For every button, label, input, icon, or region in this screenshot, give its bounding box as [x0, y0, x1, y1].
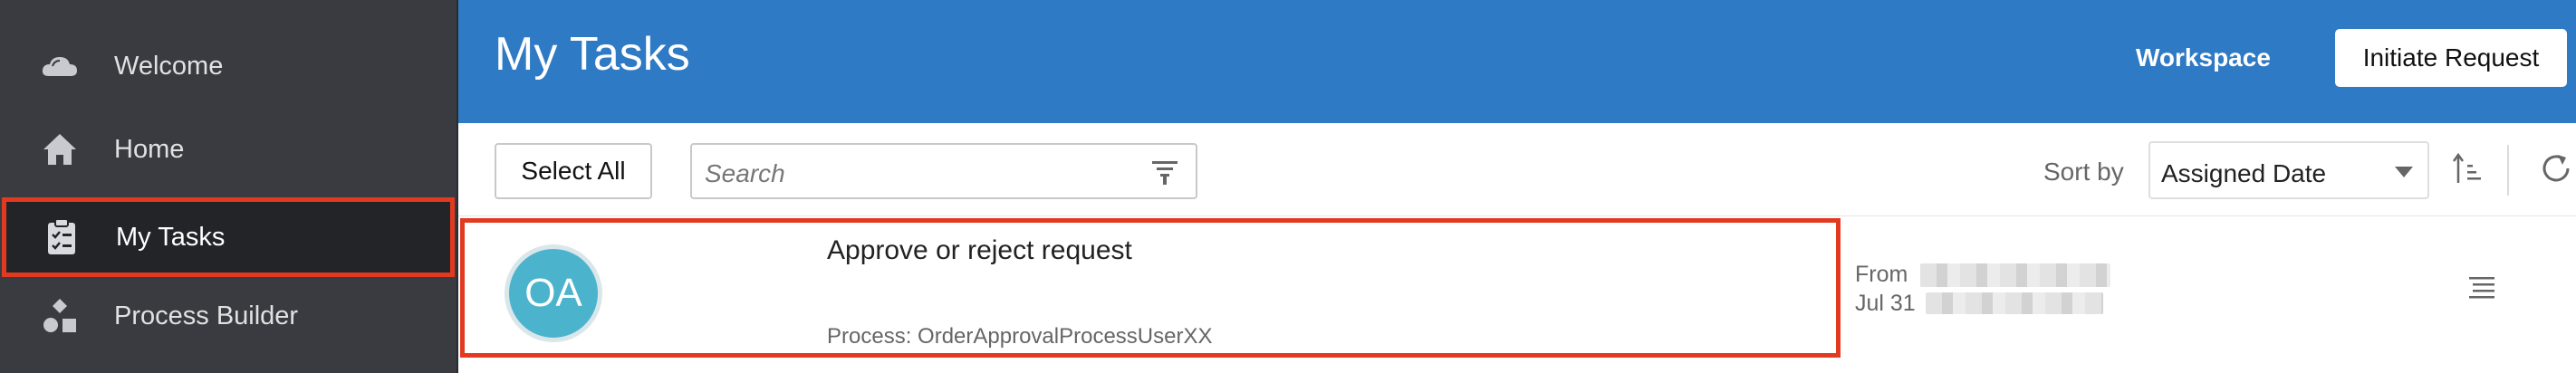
task-date: Jul 31: [1855, 291, 1916, 316]
task-title[interactable]: Approve or reject request: [827, 235, 1132, 266]
home-icon: [38, 128, 82, 171]
table-row[interactable]: OA Approve or reject request Process: Or…: [458, 215, 2576, 373]
sort-ascending-icon[interactable]: [2451, 150, 2487, 186]
task-toolbar: Select All Search Sort by Assigned Date: [458, 123, 2576, 215]
details-menu-icon[interactable]: [2467, 273, 2496, 301]
task-card-highlight[interactable]: OA Approve or reject request Process: Or…: [460, 218, 1841, 358]
refresh-icon[interactable]: [2538, 150, 2574, 186]
sort-select[interactable]: Assigned Date: [2148, 141, 2429, 199]
filter-icon[interactable]: [1150, 158, 1179, 186]
sidebar-item-home[interactable]: Home: [0, 109, 458, 190]
page-title: My Tasks: [495, 28, 690, 81]
sidebar: Welcome Home My Tasks Process Builder: [0, 0, 458, 373]
sort-select-value: Assigned Date: [2161, 159, 2327, 187]
select-all-button[interactable]: Select All: [495, 143, 652, 199]
sidebar-item-label: Home: [114, 134, 185, 164]
search-input[interactable]: Search: [690, 143, 1197, 199]
toolbar-divider: [2507, 145, 2509, 196]
task-process: Process: OrderApprovalProcessUserXX: [827, 324, 1213, 349]
shapes-icon: [38, 294, 82, 338]
sidebar-item-label: My Tasks: [116, 222, 226, 252]
task-from-label: From: [1855, 262, 1908, 287]
sidebar-item-welcome[interactable]: Welcome: [0, 25, 458, 107]
search-placeholder: Search: [705, 159, 785, 187]
clipboard-check-icon: [40, 215, 83, 259]
sidebar-item-label: Welcome: [114, 51, 224, 81]
chevron-down-icon: [2395, 167, 2413, 177]
avatar: OA: [505, 244, 602, 342]
cloud-icon: [38, 44, 82, 88]
sort-by-label: Sort by: [2043, 158, 2124, 186]
sidebar-item-label: Process Builder: [114, 301, 299, 330]
app-header: My Tasks Workspace Initiate Request: [458, 0, 2576, 123]
redacted-sender: [1920, 263, 2110, 287]
initiate-request-button[interactable]: Initiate Request: [2335, 29, 2567, 87]
sidebar-item-my-tasks[interactable]: My Tasks: [2, 197, 455, 277]
redacted-time: [1926, 292, 2103, 314]
sidebar-item-process-builder[interactable]: Process Builder: [0, 275, 458, 357]
workspace-link[interactable]: Workspace: [2136, 43, 2271, 72]
